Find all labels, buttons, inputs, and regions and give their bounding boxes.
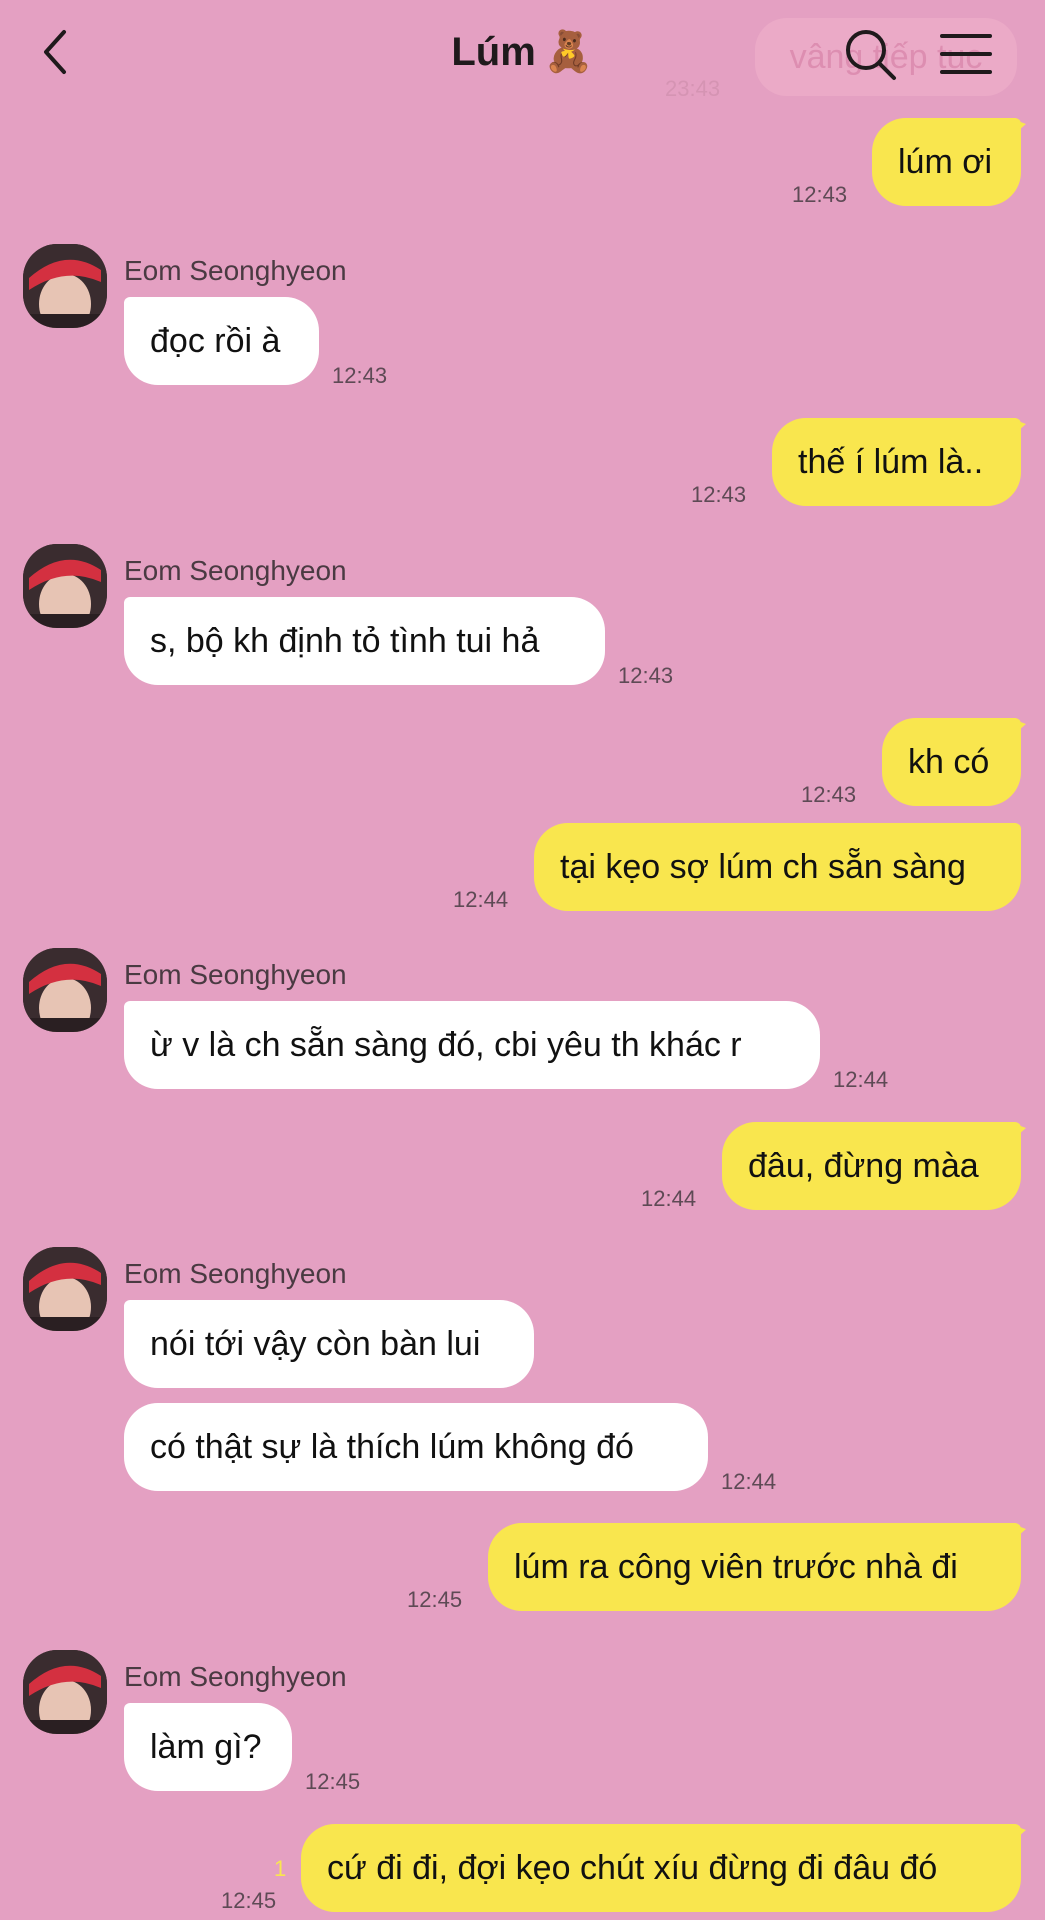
message-time: 12:45 <box>221 1888 277 1913</box>
message-time: 12:44 <box>833 1067 889 1092</box>
bubble-tail <box>1010 718 1026 738</box>
avatar[interactable] <box>23 1247 107 1331</box>
bubble-tail <box>1010 1824 1026 1844</box>
search-button[interactable] <box>842 26 898 82</box>
my-message-bubble[interactable]: kh có <box>882 718 1021 806</box>
their-message-bubble[interactable]: s, bộ kh định tỏ tình tui hả <box>124 597 605 685</box>
bubble-tail <box>1010 1523 1026 1543</box>
bubble-tail <box>1010 418 1026 438</box>
my-message-bubble[interactable]: tại kẹo sợ lúm ch sẵn sàng <box>534 823 1021 911</box>
message-time: 12:45 <box>305 1769 361 1794</box>
my-message-bubble[interactable]: đâu, đừng màa <box>722 1122 1021 1210</box>
message-time: 12:44 <box>641 1186 697 1211</box>
unread-count: 1 <box>274 1856 287 1881</box>
avatar[interactable] <box>23 544 107 628</box>
avatar-image <box>23 1247 107 1331</box>
chat-title-text: Lúm <box>451 30 536 74</box>
my-message-bubble[interactable]: lúm ơi <box>872 118 1021 206</box>
message-time: 12:43 <box>332 363 388 388</box>
message-time: 12:43 <box>618 663 674 688</box>
sender-name: Eom Seonghyeon <box>124 959 347 990</box>
my-message-bubble[interactable]: lúm ra công viên trước nhà đi <box>488 1523 1021 1611</box>
their-message-bubble[interactable]: nói tới vậy còn bàn lui <box>124 1300 534 1388</box>
their-message-bubble[interactable]: đọc rồi à <box>124 297 319 385</box>
avatar-image <box>23 544 107 628</box>
bubble-tail <box>1010 1122 1026 1142</box>
sender-name: Eom Seonghyeon <box>124 1661 347 1692</box>
avatar[interactable] <box>23 948 107 1032</box>
message-time: 12:44 <box>453 887 509 912</box>
sender-name: Eom Seonghyeon <box>124 255 347 286</box>
their-message-bubble[interactable]: ừ v là ch sẵn sàng đó, cbi yêu th khác r <box>124 1001 820 1089</box>
message-time: 12:44 <box>721 1469 777 1494</box>
message-time: 12:43 <box>801 782 857 807</box>
avatar-image <box>23 1650 107 1734</box>
teddy-bear-emoji: 🧸 <box>543 30 594 74</box>
avatar[interactable] <box>23 244 107 328</box>
menu-button[interactable] <box>936 26 996 82</box>
avatar-image <box>23 948 107 1032</box>
chat-header: vâng tiếp tục 23:43 Lúm 🧸 <box>0 0 1045 104</box>
my-message-bubble[interactable]: thế í lúm là.. <box>772 418 1021 506</box>
message-time: 12:43 <box>792 182 848 207</box>
my-message-bubble[interactable]: cứ đi đi, đợi kẹo chút xíu đừng đi đâu đ… <box>301 1824 1021 1912</box>
bubble-tail <box>1010 118 1026 138</box>
hamburger-menu-icon <box>940 34 992 74</box>
message-time: 12:45 <box>407 1587 463 1612</box>
their-message-bubble[interactable]: làm gì? <box>124 1703 292 1791</box>
sender-name: Eom Seonghyeon <box>124 555 347 586</box>
message-time: 12:43 <box>691 482 747 507</box>
sender-name: Eom Seonghyeon <box>124 1258 347 1289</box>
search-icon <box>846 30 896 80</box>
their-message-bubble[interactable]: có thật sự là thích lúm không đó <box>124 1403 708 1491</box>
avatar[interactable] <box>23 1650 107 1734</box>
avatar-image <box>23 244 107 328</box>
